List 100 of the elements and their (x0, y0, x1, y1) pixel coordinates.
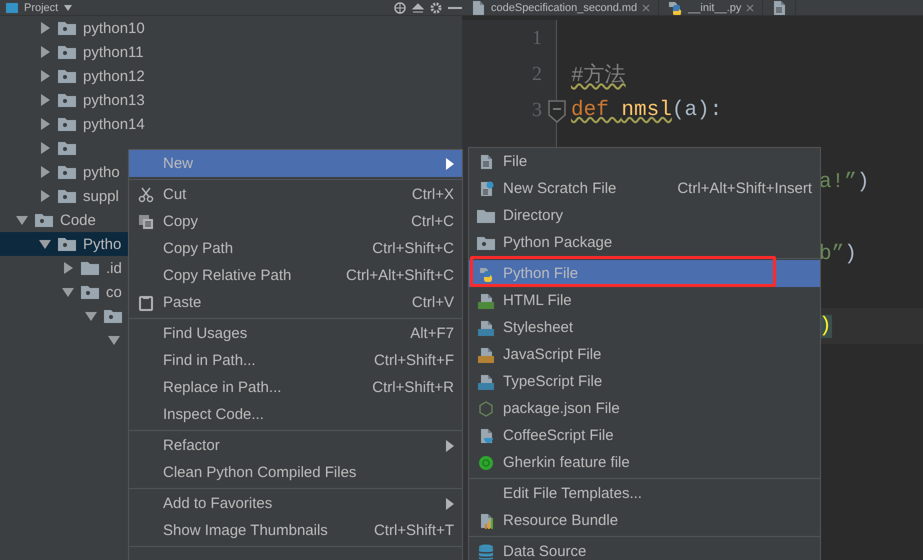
html-file-icon (478, 292, 494, 308)
hexagon-icon (478, 400, 494, 416)
expanded-arrow-icon[interactable] (85, 310, 97, 322)
tree-item-label[interactable]: pytho (83, 164, 120, 180)
folder-icon (58, 45, 76, 59)
css-file-icon (478, 320, 494, 336)
close-icon (642, 4, 650, 12)
menu-item[interactable]: Resource Bundle (469, 507, 820, 534)
tree-item-label[interactable]: .id (106, 260, 122, 276)
python-icon (667, 0, 684, 15)
folder-icon (477, 208, 495, 222)
copy-icon (138, 214, 154, 230)
cucumber-icon (478, 454, 494, 470)
collapse-icon (412, 2, 424, 14)
menu-item[interactable]: Paste Ctrl+V (129, 289, 462, 316)
tree-item-label[interactable]: Pytho (83, 236, 122, 252)
tree-item-label[interactable]: python11 (83, 44, 144, 60)
folder-icon (81, 285, 99, 299)
folder-icon (104, 309, 122, 323)
collapsed-arrow-icon[interactable] (39, 190, 51, 202)
scratch-file-icon (478, 180, 494, 196)
menu-item[interactable]: Gherkin feature file (469, 449, 820, 476)
package-icon (477, 236, 495, 250)
menu-item[interactable]: Copy Relative Path Ctrl+Alt+Shift+C (129, 262, 462, 289)
collapsed-arrow-icon[interactable] (39, 46, 51, 58)
menu-item[interactable]: package.json File (469, 395, 820, 422)
folder-icon (58, 189, 76, 203)
folder-icon (35, 213, 53, 227)
menu-item[interactable]: Python Package (469, 229, 820, 256)
menu-item[interactable]: HTML File (469, 287, 820, 314)
scissors-icon (138, 186, 154, 202)
menu-item[interactable]: Edit File Templates... (469, 480, 820, 507)
folder-icon (81, 261, 99, 275)
panel-title[interactable]: Project (24, 2, 58, 14)
menu-item[interactable]: Copy Path Ctrl+Shift+C (129, 235, 462, 262)
code-line: b”) (819, 242, 857, 266)
tree-item-label[interactable]: suppl (83, 188, 119, 204)
menu-item[interactable]: Inspect Code... (129, 401, 462, 428)
menu-item[interactable]: Clean Python Compiled Files (129, 459, 462, 486)
folder-icon (58, 117, 76, 131)
menu-item[interactable]: Find in Path... Ctrl+Shift+F (129, 347, 462, 374)
code-line: a!”) (819, 170, 870, 194)
javascript-file-icon (478, 346, 494, 362)
tree-item-label[interactable]: python14 (83, 116, 145, 132)
menu-item[interactable]: TypeScript File (469, 368, 820, 395)
editor-tab[interactable]: __init__.py (659, 0, 764, 15)
file-icon (478, 154, 494, 170)
collapsed-arrow-icon[interactable] (39, 22, 51, 34)
collapsed-arrow-icon[interactable] (39, 142, 51, 154)
menu-item[interactable]: Data Source (469, 538, 820, 560)
menu-item[interactable]: Find Usages Alt+F7 (129, 320, 462, 347)
folder-icon (58, 141, 76, 155)
typescript-file-icon (478, 374, 494, 390)
caret-icon (64, 4, 72, 10)
menu-item[interactable]: Add to Favorites (129, 490, 462, 517)
expanded-arrow-icon[interactable] (108, 334, 120, 346)
menu-item[interactable]: Copy Ctrl+C (129, 208, 462, 235)
panel-icon (6, 2, 18, 12)
collapsed-arrow-icon[interactable] (39, 118, 51, 130)
folder-icon (58, 237, 76, 251)
folder-icon (58, 21, 76, 35)
folder-icon (58, 93, 76, 107)
menu-item[interactable]: Refactor (129, 432, 462, 459)
target-icon (394, 2, 406, 14)
menu-item[interactable]: File (469, 148, 820, 175)
menu-item[interactable]: Directory (469, 202, 820, 229)
expanded-arrow-icon[interactable] (62, 286, 74, 298)
minimize-icon (448, 6, 462, 10)
editor-tab[interactable]: codeSpecification_second.md (462, 0, 660, 15)
menu-item[interactable]: Replace in Path... Ctrl+Shift+R (129, 374, 462, 401)
tree-item-label[interactable]: co (106, 284, 122, 300)
code-line: def nmsl(a): (571, 98, 722, 122)
database-icon (478, 544, 494, 560)
collapsed-arrow-icon[interactable] (39, 94, 51, 106)
menu-item[interactable]: CoffeeScript File (469, 422, 820, 449)
expanded-arrow-icon[interactable] (16, 214, 28, 226)
menu-item[interactable]: New Scratch File Ctrl+Alt+Shift+Insert (469, 175, 820, 202)
settings-icon (430, 2, 442, 14)
close-icon (746, 4, 754, 12)
tree-item-label[interactable]: Code (60, 212, 96, 228)
menu-item[interactable]: JavaScript File (469, 341, 820, 368)
clipboard-icon (138, 294, 154, 310)
bar-chart-icon (478, 512, 494, 528)
expanded-arrow-icon[interactable] (39, 238, 51, 250)
folder-icon (58, 69, 76, 83)
tree-item-label[interactable]: python13 (83, 92, 145, 108)
fold-icon[interactable] (548, 100, 566, 124)
collapsed-arrow-icon[interactable] (39, 70, 51, 82)
coffee-cup-icon (478, 428, 494, 444)
folder-icon (58, 165, 76, 179)
menu-item[interactable]: Show Image Thumbnails Ctrl+Shift+T (129, 517, 462, 544)
tree-item-label[interactable]: python10 (83, 20, 145, 36)
collapsed-arrow-icon[interactable] (39, 166, 51, 178)
python-icon (478, 266, 494, 282)
tree-item-label[interactable]: python12 (83, 68, 145, 84)
menu-item[interactable]: Stylesheet (469, 314, 820, 341)
document-icon (470, 0, 486, 15)
code-line: #方法 (571, 62, 626, 88)
collapsed-arrow-icon[interactable] (62, 262, 74, 274)
menu-item[interactable]: Cut Ctrl+X (129, 181, 462, 208)
